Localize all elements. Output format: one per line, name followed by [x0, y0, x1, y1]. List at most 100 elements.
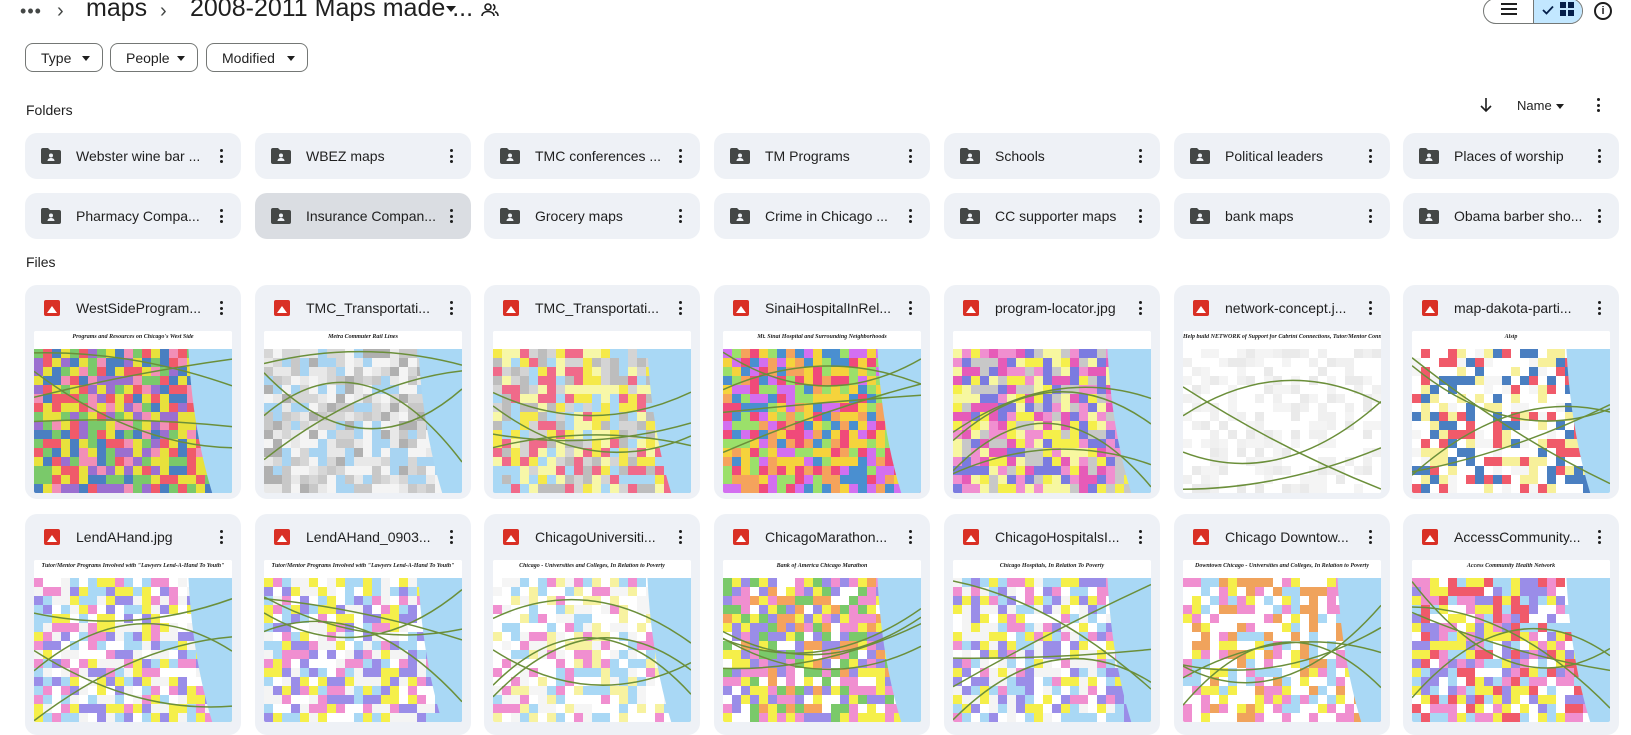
more-vert-icon[interactable] [1362, 206, 1378, 226]
image-file-icon [963, 300, 979, 316]
map-thumbnail[interactable]: Access Community Health Network [1412, 560, 1610, 722]
more-vert-icon[interactable] [443, 527, 459, 547]
map-thumbnail[interactable]: Programs and Resources on Chicago's West… [34, 331, 232, 493]
map-thumbnail[interactable] [953, 331, 1151, 493]
image-file-icon [1422, 529, 1438, 545]
map-thumbnail[interactable]: Downtown Chicago - Universities and Coll… [1183, 560, 1381, 722]
more-vert-icon[interactable] [902, 206, 918, 226]
file-card[interactable]: AccessCommunity... Access Community Healt… [1403, 514, 1619, 735]
more-vert-icon[interactable] [672, 146, 688, 166]
more-vert-icon[interactable] [1591, 527, 1607, 547]
more-vert-icon[interactable] [1132, 527, 1148, 547]
map-thumbnail[interactable]: Chicago Hospitals, In Relation To Povert… [953, 560, 1151, 722]
map-thumbnail[interactable]: Bank of America Chicago Marathon [723, 560, 921, 722]
more-vert-icon[interactable] [1591, 146, 1607, 166]
file-header: map-dakota-parti... [1403, 285, 1619, 331]
map-thumbnail[interactable]: Help build NETWORK of Support for Cabrin… [1183, 331, 1381, 493]
more-vert-icon[interactable] [1132, 298, 1148, 318]
breadcrumb-maps[interactable]: maps [86, 0, 147, 23]
more-vert-icon[interactable] [213, 527, 229, 547]
file-card[interactable]: LendAHand.jpg Tutor/Mentor Programs Invol… [25, 514, 241, 735]
more-vert-icon[interactable] [1362, 527, 1378, 547]
more-vert-icon[interactable] [1362, 146, 1378, 166]
more-vert-icon[interactable] [1590, 96, 1606, 114]
more-vert-icon[interactable] [1132, 146, 1148, 166]
chevron-down-icon[interactable] [446, 6, 456, 12]
map-thumbnail[interactable]: Mt. Sinai Hospital and Surrounding Neigh… [723, 331, 921, 493]
map-thumbnail[interactable]: Alsip [1412, 331, 1610, 493]
map-thumbnail[interactable]: Tutor/Mentor Programs Involved with "Law… [34, 560, 232, 722]
more-vert-icon[interactable] [672, 298, 688, 318]
file-card[interactable]: TMC_Transportati... [484, 285, 700, 499]
more-vert-icon[interactable] [1362, 298, 1378, 318]
folder-name: Places of worship [1454, 148, 1564, 164]
folder-card[interactable]: Obama barber sho... [1403, 193, 1619, 239]
more-vert-icon[interactable] [443, 298, 459, 318]
file-card[interactable]: ChicagoMarathon... Bank of America Chicag… [714, 514, 930, 735]
more-vert-icon[interactable] [902, 298, 918, 318]
more-vert-icon[interactable] [672, 527, 688, 547]
thumbnail-title: Alsip [1504, 334, 1518, 340]
more-vert-icon[interactable] [213, 146, 229, 166]
list-view-button[interactable] [1484, 0, 1533, 23]
more-vert-icon[interactable] [902, 527, 918, 547]
arrow-down-icon[interactable] [1478, 96, 1494, 114]
file-card[interactable]: SinaiHospitalInRel... Mt. Sinai Hospital … [714, 285, 930, 499]
folder-card[interactable]: TM Programs [714, 133, 930, 179]
folder-card[interactable]: CC supporter maps [944, 193, 1160, 239]
more-vert-icon[interactable] [443, 146, 459, 166]
thumbnail-title: Tutor/Mentor Programs Involved with "Law… [41, 563, 225, 569]
file-header: WestSideProgram... [25, 285, 241, 331]
map-thumbnail[interactable]: Tutor/Mentor Programs Involved with "Law… [264, 560, 462, 722]
folder-card[interactable]: Grocery maps [484, 193, 700, 239]
file-card[interactable]: Chicago Downtow... Downtown Chicago - Uni… [1174, 514, 1390, 735]
folder-card[interactable]: Places of worship [1403, 133, 1619, 179]
shared-folder-icon [500, 208, 520, 224]
file-card[interactable]: TMC_Transportati... Metra Commuter Rail L… [255, 285, 471, 499]
grid-view-button[interactable] [1533, 0, 1582, 23]
more-vert-icon[interactable] [213, 298, 229, 318]
chevron-down-icon[interactable] [1556, 104, 1564, 109]
more-vert-icon[interactable] [902, 146, 918, 166]
folder-card[interactable]: WBEZ maps [255, 133, 471, 179]
file-name: ChicagoMarathon... [765, 529, 888, 545]
people-filter-chip[interactable]: People [110, 43, 198, 72]
file-card[interactable]: map-dakota-parti... Alsip [1403, 285, 1619, 499]
file-card[interactable]: LendAHand_0903... Tutor/Mentor Programs I… [255, 514, 471, 735]
more-vert-icon[interactable] [1591, 206, 1607, 226]
file-card[interactable]: WestSideProgram... Programs and Resources… [25, 285, 241, 499]
more-vert-icon[interactable] [672, 206, 688, 226]
folder-card[interactable]: Webster wine bar ... [25, 133, 241, 179]
info-icon[interactable]: i [1594, 2, 1612, 20]
more-vert-icon[interactable] [1132, 206, 1148, 226]
folder-card[interactable]: TMC conferences ... [484, 133, 700, 179]
folder-card[interactable]: Pharmacy Compa... [25, 193, 241, 239]
file-card[interactable]: ChicagoUniversiti... Chicago - Universiti… [484, 514, 700, 735]
sort-by-name[interactable]: Name [1517, 98, 1552, 113]
file-header: AccessCommunity... [1403, 514, 1619, 560]
file-card[interactable]: network-concept.j... Help build NETWORK o… [1174, 285, 1390, 499]
more-vert-icon[interactable] [1591, 298, 1607, 318]
folder-card[interactable]: Crime in Chicago ... [714, 193, 930, 239]
modified-filter-chip[interactable]: Modified [206, 43, 308, 72]
folder-card[interactable]: bank maps [1174, 193, 1390, 239]
breadcrumb-current-folder[interactable]: 2008-2011 Maps made ... [190, 0, 473, 23]
map-thumbnail-image [1183, 560, 1381, 722]
more-horizontal-icon[interactable]: ••• [19, 0, 43, 22]
file-name: WestSideProgram... [76, 300, 202, 316]
map-thumbnail[interactable]: Metra Commuter Rail Lines [264, 331, 462, 493]
folder-name: Obama barber sho... [1454, 208, 1583, 224]
more-vert-icon[interactable] [443, 206, 459, 226]
folder-card[interactable]: Political leaders [1174, 133, 1390, 179]
map-thumbnail[interactable] [493, 331, 691, 493]
people-icon[interactable] [481, 2, 499, 18]
folder-card[interactable]: Schools [944, 133, 1160, 179]
folder-card[interactable]: Insurance Compan... [255, 193, 471, 239]
map-thumbnail[interactable]: Chicago - Universities and Colleges, In … [493, 560, 691, 722]
modified-filter-label: Modified [222, 49, 275, 66]
type-filter-chip[interactable]: Type [25, 43, 103, 72]
folder-name: Crime in Chicago ... [765, 208, 888, 224]
file-card[interactable]: ChicagoHospitalsI... Chicago Hospitals, I… [944, 514, 1160, 735]
file-card[interactable]: program-locator.jpg [944, 285, 1160, 499]
more-vert-icon[interactable] [213, 206, 229, 226]
